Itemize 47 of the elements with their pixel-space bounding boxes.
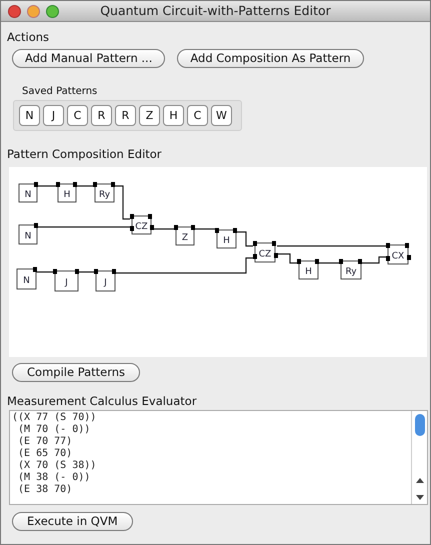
compile-button[interactable]: Compile Patterns — [12, 362, 140, 382]
pattern-node[interactable]: CZ — [253, 240, 278, 262]
pattern-button[interactable]: W — [211, 105, 232, 126]
pattern-node[interactable]: CX — [386, 242, 411, 264]
output-text: ((X 77 (S 70)) (M 70 (- 0)) (E 70 77) (E 65 70) (X 70 (S 38)) (M 38 (- 0)) (E 38 70) — [11, 410, 98, 497]
section-heading: Pattern Composition Editor — [7, 147, 162, 162]
pattern-node[interactable]: J — [53, 268, 79, 291]
connector-line — [194, 228, 217, 230]
pattern-node[interactable]: H — [56, 182, 77, 202]
connector-line — [236, 230, 253, 246]
connector-line — [277, 252, 299, 264]
pattern-button[interactable]: N — [19, 105, 40, 126]
section-heading: Actions — [7, 30, 50, 44]
minimize-icon[interactable] — [27, 4, 40, 18]
connector-line — [318, 262, 341, 264]
action-button[interactable]: Add Manual Pattern ... — [12, 49, 166, 68]
connector-line — [37, 184, 58, 186]
pattern-node[interactable]: Ry — [93, 182, 115, 202]
pattern-button[interactable]: C — [67, 105, 88, 126]
zoom-icon[interactable] — [46, 4, 59, 18]
pattern-node[interactable]: CZ — [130, 214, 154, 234]
pattern-button[interactable]: R — [115, 105, 136, 126]
close-icon[interactable] — [8, 4, 21, 18]
pattern-button[interactable]: Z — [139, 105, 160, 126]
section-heading: Measurement Calculus Evaluator — [7, 394, 197, 408]
pattern-button[interactable]: H — [163, 105, 184, 126]
pattern-node[interactable]: H — [297, 258, 319, 279]
connector-line — [361, 256, 386, 264]
pattern-node[interactable]: N — [16, 266, 37, 289]
pattern-node[interactable]: Ry — [339, 258, 362, 279]
pattern-node[interactable]: J — [94, 268, 116, 291]
connector-line — [78, 270, 96, 272]
pattern-button[interactable]: R — [91, 105, 112, 126]
connector-line — [114, 184, 130, 220]
pattern-node[interactable]: N — [18, 222, 38, 244]
pattern-button[interactable]: C — [187, 105, 208, 126]
window-title: Quantum Circuit-with-Patterns Editor — [100, 2, 331, 18]
connector-line — [153, 228, 176, 230]
pattern-button[interactable]: J — [43, 105, 64, 126]
execute-button[interactable]: Execute in QVM — [12, 512, 133, 531]
action-button[interactable]: Add Composition As Pattern — [177, 49, 364, 68]
pattern-node[interactable]: N — [18, 182, 38, 202]
pattern-node[interactable]: Z — [174, 224, 195, 245]
connector-line — [76, 184, 95, 186]
group-label: Saved Patterns — [22, 86, 98, 98]
connector-line — [36, 270, 55, 272]
pattern-node[interactable]: H — [215, 228, 237, 248]
